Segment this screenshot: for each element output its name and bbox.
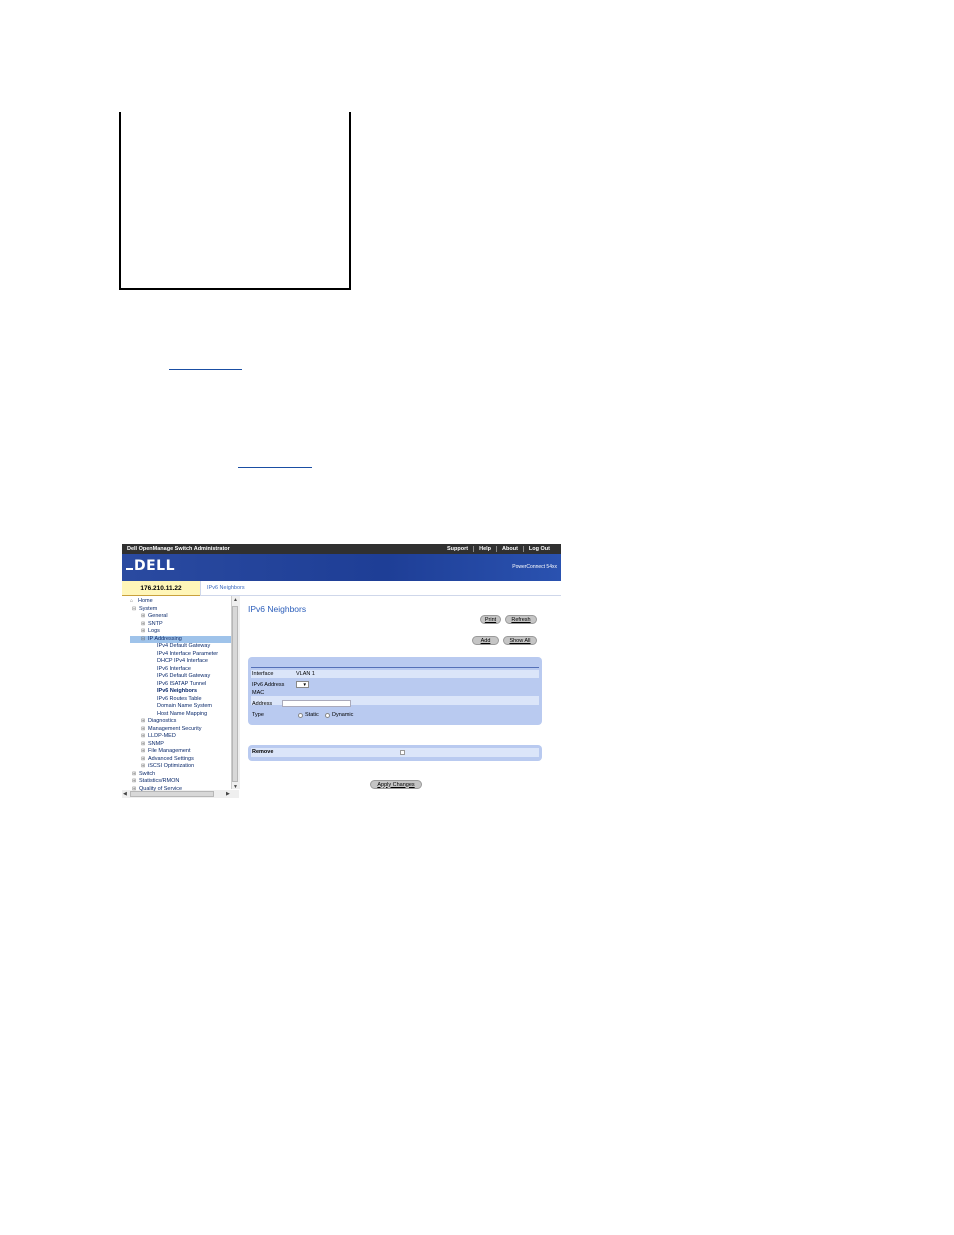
document-link-1[interactable]: [169, 369, 242, 370]
tree-item-file-management[interactable]: File Management: [148, 748, 191, 755]
tree-item-sntp[interactable]: SNTP: [148, 621, 163, 628]
tree-item-host-name-mapping[interactable]: Host Name Mapping: [157, 711, 207, 718]
tree-expander-icon[interactable]: ⊞: [141, 718, 145, 725]
interface-label: Interface: [252, 671, 274, 677]
type-label: Type: [252, 712, 264, 718]
tree-item-advanced-settings[interactable]: Advanced Settings: [148, 756, 194, 763]
tree-item-ipv4-interface-parameter[interactable]: IPv4 Interface Parameter: [157, 651, 218, 658]
chevron-down-icon: ▼: [302, 682, 307, 687]
mac-label: MAC: [252, 690, 265, 696]
apply-changes-button[interactable]: Apply Changes: [370, 780, 422, 789]
tree-expander-icon[interactable]: ⊞: [141, 621, 145, 628]
tree-item-ipv4-default-gateway[interactable]: IPv4 Default Gateway: [157, 643, 210, 650]
tree-item-diagnostics[interactable]: Diagnostics: [148, 718, 176, 725]
tree-expander-icon[interactable]: ⊞: [141, 748, 145, 755]
tree-item-logs[interactable]: Logs: [148, 628, 160, 635]
switch-admin-screenshot: Dell OpenManage Switch Administrator Sup…: [122, 544, 561, 799]
tree-expander-icon[interactable]: ⊞: [132, 771, 136, 778]
mac-address-input[interactable]: [282, 700, 351, 707]
tree-item-ipv6-default-gateway[interactable]: IPv6 Default Gateway: [157, 673, 210, 680]
help-link[interactable]: Help: [473, 546, 496, 552]
tree-item-lldp-med[interactable]: LLDP-MED: [148, 733, 176, 740]
ipv6-address-select[interactable]: ▼: [296, 681, 309, 688]
tree-item-home[interactable]: Home: [138, 598, 153, 605]
scroll-right-icon[interactable]: ▶: [226, 791, 230, 797]
panel-divider: [251, 667, 539, 668]
remove-checkbox[interactable]: [400, 750, 405, 755]
tree-item-ipv6-neighbors[interactable]: IPv6 Neighbors: [157, 688, 197, 695]
tree-expander-icon[interactable]: ⊞: [141, 628, 145, 635]
tree-expander-icon[interactable]: ⊞: [141, 726, 145, 733]
type-dynamic-label: Dynamic: [332, 712, 354, 718]
logo-dash: [126, 568, 133, 570]
interface-row: [251, 670, 539, 678]
tree-item-ipv6-routes-table[interactable]: IPv6 Routes Table: [157, 696, 202, 703]
tree-item-iscsi-optimization[interactable]: iSCSI Optimization: [148, 763, 194, 770]
device-ip: 176.210.11.22: [122, 581, 200, 596]
top-bar: Dell OpenManage Switch Administrator Sup…: [122, 544, 561, 554]
tree-item-ipv6-interface[interactable]: IPv6 Interface: [157, 666, 191, 673]
show-all-button[interactable]: Show All: [503, 636, 537, 645]
tree-expander-icon[interactable]: ⊞: [141, 763, 145, 770]
tree-item-domain-name-system[interactable]: Domain Name System: [157, 703, 212, 710]
tree-item-ipv6-isatap-tunnel[interactable]: IPv6 ISATAP Tunnel: [157, 681, 206, 688]
type-static-radio[interactable]: [298, 713, 303, 718]
tree-expander-icon[interactable]: ⊞: [141, 613, 145, 620]
add-button[interactable]: Add: [472, 636, 499, 645]
tree-item-management-security[interactable]: Management Security: [148, 726, 202, 733]
top-nav: Support Help About Log Out: [442, 546, 555, 552]
document-link-2[interactable]: [238, 467, 312, 468]
print-button[interactable]: Print: [480, 615, 501, 624]
tree-expander-icon[interactable]: ⊞: [132, 778, 136, 785]
page-title: IPv6 Neighbors: [248, 604, 307, 614]
scroll-left-icon[interactable]: ◀: [123, 791, 127, 797]
tree-item-snmp[interactable]: SNMP: [148, 741, 164, 748]
about-link[interactable]: About: [496, 546, 523, 552]
tree-expander-icon[interactable]: ⊞: [141, 741, 145, 748]
refresh-button[interactable]: Refresh: [505, 615, 537, 624]
tree-item-quality-of-service[interactable]: Quality of Service: [139, 786, 182, 793]
type-static-label: Static: [305, 712, 319, 718]
type-dynamic-radio[interactable]: [325, 713, 330, 718]
app-title: Dell OpenManage Switch Administrator: [127, 546, 230, 552]
ipv6-address-label: IPv6 Address: [252, 682, 285, 688]
support-link[interactable]: Support: [442, 546, 473, 552]
tree-item-ip-addressing[interactable]: IP Addressing: [148, 636, 182, 643]
breadcrumb-bar: IPv6 Neighbors: [200, 581, 561, 596]
tree-item-general[interactable]: General: [148, 613, 168, 620]
interface-value: VLAN 1: [296, 671, 315, 677]
product-name: PowerConnect 54xx: [512, 564, 557, 570]
scroll-up-icon[interactable]: ▲: [233, 597, 238, 603]
home-icon: ⌂: [130, 598, 134, 604]
tree-item-dhcp-ipv4-interface[interactable]: DHCP IPv4 Interface: [157, 658, 208, 665]
tree-scroll-thumb[interactable]: [232, 606, 238, 782]
tree-item-system[interactable]: System: [139, 606, 157, 613]
logout-link[interactable]: Log Out: [522, 546, 555, 552]
tree-item-statistics-rmon[interactable]: Statistics/RMON: [139, 778, 179, 785]
tree-expander-icon[interactable]: ⊞: [132, 786, 136, 793]
banner: [122, 554, 561, 581]
document-frame-box: [119, 112, 351, 290]
tree-expander-icon[interactable]: ⊟: [141, 636, 145, 643]
remove-label: Remove: [252, 749, 274, 755]
breadcrumb: IPv6 Neighbors: [207, 585, 245, 591]
tree-expander-icon[interactable]: ⊞: [141, 733, 145, 740]
remove-row: [251, 748, 539, 757]
tree-expander-icon[interactable]: ⊞: [141, 756, 145, 763]
dell-logo: DELL: [134, 558, 176, 574]
tree-expander-icon[interactable]: ⊟: [132, 606, 136, 613]
address-label: Address: [252, 701, 273, 707]
tree-item-switch[interactable]: Switch: [139, 771, 155, 778]
